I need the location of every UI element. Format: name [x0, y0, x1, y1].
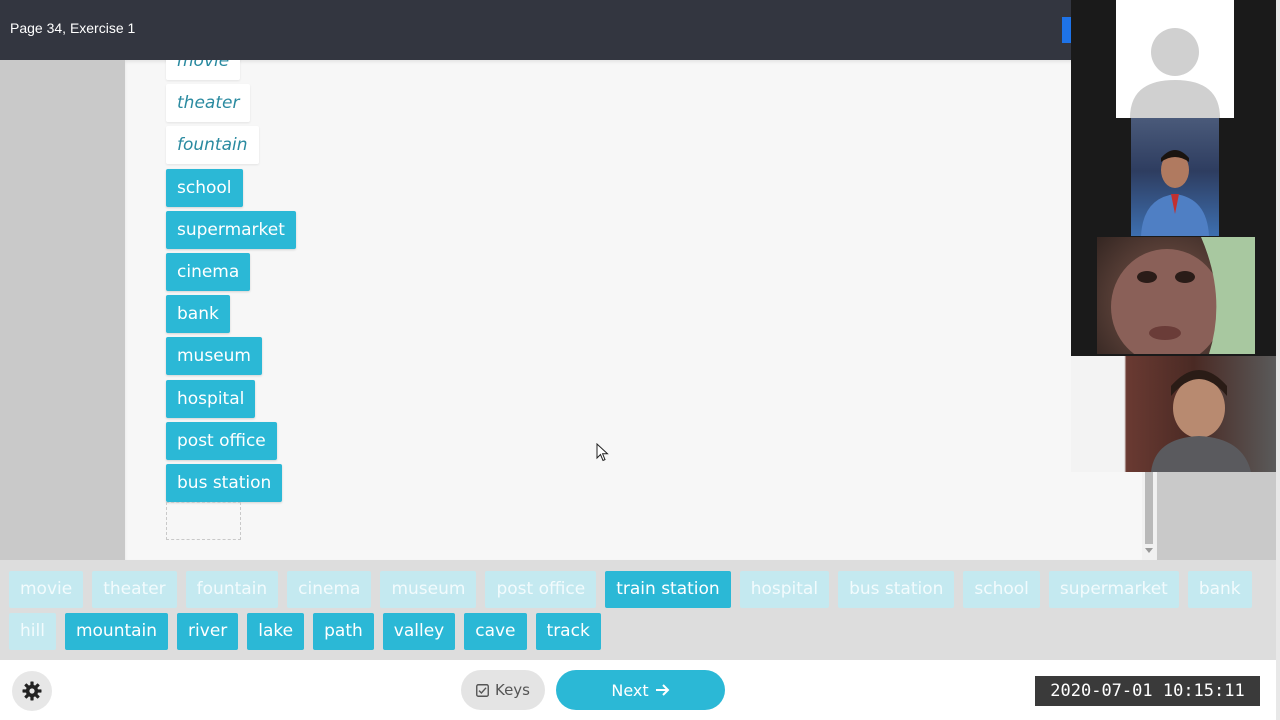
word-chip: bus station	[838, 571, 955, 608]
participant-video-tile[interactable]	[1071, 356, 1276, 472]
gear-icon	[22, 681, 42, 701]
participant-video-tile[interactable]	[1097, 237, 1255, 354]
answer-area: movie theater fountain school supermarke…	[125, 60, 1157, 560]
word-bank: movie theater fountain cinema museum post off…	[0, 560, 1276, 660]
word-chip: fountain	[185, 571, 279, 608]
mouse-pointer-icon	[596, 443, 609, 462]
word-chip[interactable]: valley	[382, 613, 456, 650]
word-chip[interactable]: cave	[464, 613, 527, 650]
dropped-word-chip[interactable]: bus station	[166, 463, 283, 502]
scroll-down-arrow-icon[interactable]	[1145, 548, 1153, 553]
dropped-word-chip[interactable]: museum	[166, 337, 262, 376]
dropped-word-chip[interactable]: fountain	[166, 126, 259, 165]
word-chip: hill	[9, 613, 56, 650]
dropped-word-chip[interactable]: post office	[166, 421, 277, 460]
dropped-word-chip[interactable]: hospital	[166, 379, 256, 418]
dropped-word-list: movie theater fountain school supermarke…	[166, 60, 466, 506]
next-button[interactable]: Next	[556, 670, 725, 710]
word-chip: school	[963, 571, 1040, 608]
word-chip[interactable]: track	[535, 613, 601, 650]
participant-tile-avatar[interactable]	[1116, 0, 1234, 118]
user-avatar-icon	[1130, 28, 1220, 118]
participant-video-icon	[1151, 370, 1251, 472]
word-chip: theater	[92, 571, 177, 608]
word-chip: cinema	[287, 571, 372, 608]
word-bank-row: hill mountain river lake path valley cave track	[9, 613, 610, 650]
dropped-word-chip[interactable]: theater	[166, 84, 251, 123]
window-edge	[1276, 0, 1280, 720]
word-chip[interactable]: path	[313, 613, 374, 650]
page-title: Page 34, Exercise 1	[10, 20, 136, 36]
word-chip[interactable]: mountain	[64, 613, 169, 650]
video-call-panel	[1071, 0, 1276, 472]
word-chip[interactable]: train station	[605, 571, 731, 608]
timestamp: 2020-07-01 10:15:11	[1035, 676, 1260, 706]
dropped-word-chip[interactable]: school	[166, 168, 243, 207]
word-bank-row: movie theater fountain cinema museum post off…	[9, 571, 1261, 608]
word-chip[interactable]: lake	[247, 613, 305, 650]
word-chip[interactable]: river	[177, 613, 239, 650]
bottom-toolbar: Keys Next 2020-07-01 10:15:11	[0, 660, 1276, 720]
word-chip: supermarket	[1048, 571, 1179, 608]
dropped-word-chip[interactable]: supermarket	[166, 210, 296, 249]
word-chip: movie	[9, 571, 84, 608]
participant-video-tile[interactable]	[1131, 118, 1219, 236]
next-label: Next	[611, 680, 649, 700]
word-chip: museum	[380, 571, 477, 608]
arrow-right-icon	[655, 684, 670, 696]
keys-button[interactable]: Keys	[461, 670, 545, 710]
left-gutter	[0, 60, 125, 560]
checkbox-icon	[476, 683, 489, 697]
dropped-word-chip[interactable]: bank	[166, 295, 230, 334]
settings-button[interactable]	[12, 671, 52, 711]
dropped-word-chip[interactable]: cinema	[166, 252, 251, 291]
empty-drop-slot[interactable]	[166, 502, 241, 540]
word-chip: bank	[1187, 571, 1252, 608]
dropped-word-chip[interactable]: movie	[166, 60, 241, 80]
participant-video-icon	[1111, 237, 1255, 354]
participant-video-icon	[1141, 150, 1209, 236]
keys-label: Keys	[494, 681, 530, 699]
scrollbar-thumb[interactable]	[1145, 472, 1153, 544]
word-chip: post office	[485, 571, 597, 608]
word-chip: hospital	[739, 571, 830, 608]
